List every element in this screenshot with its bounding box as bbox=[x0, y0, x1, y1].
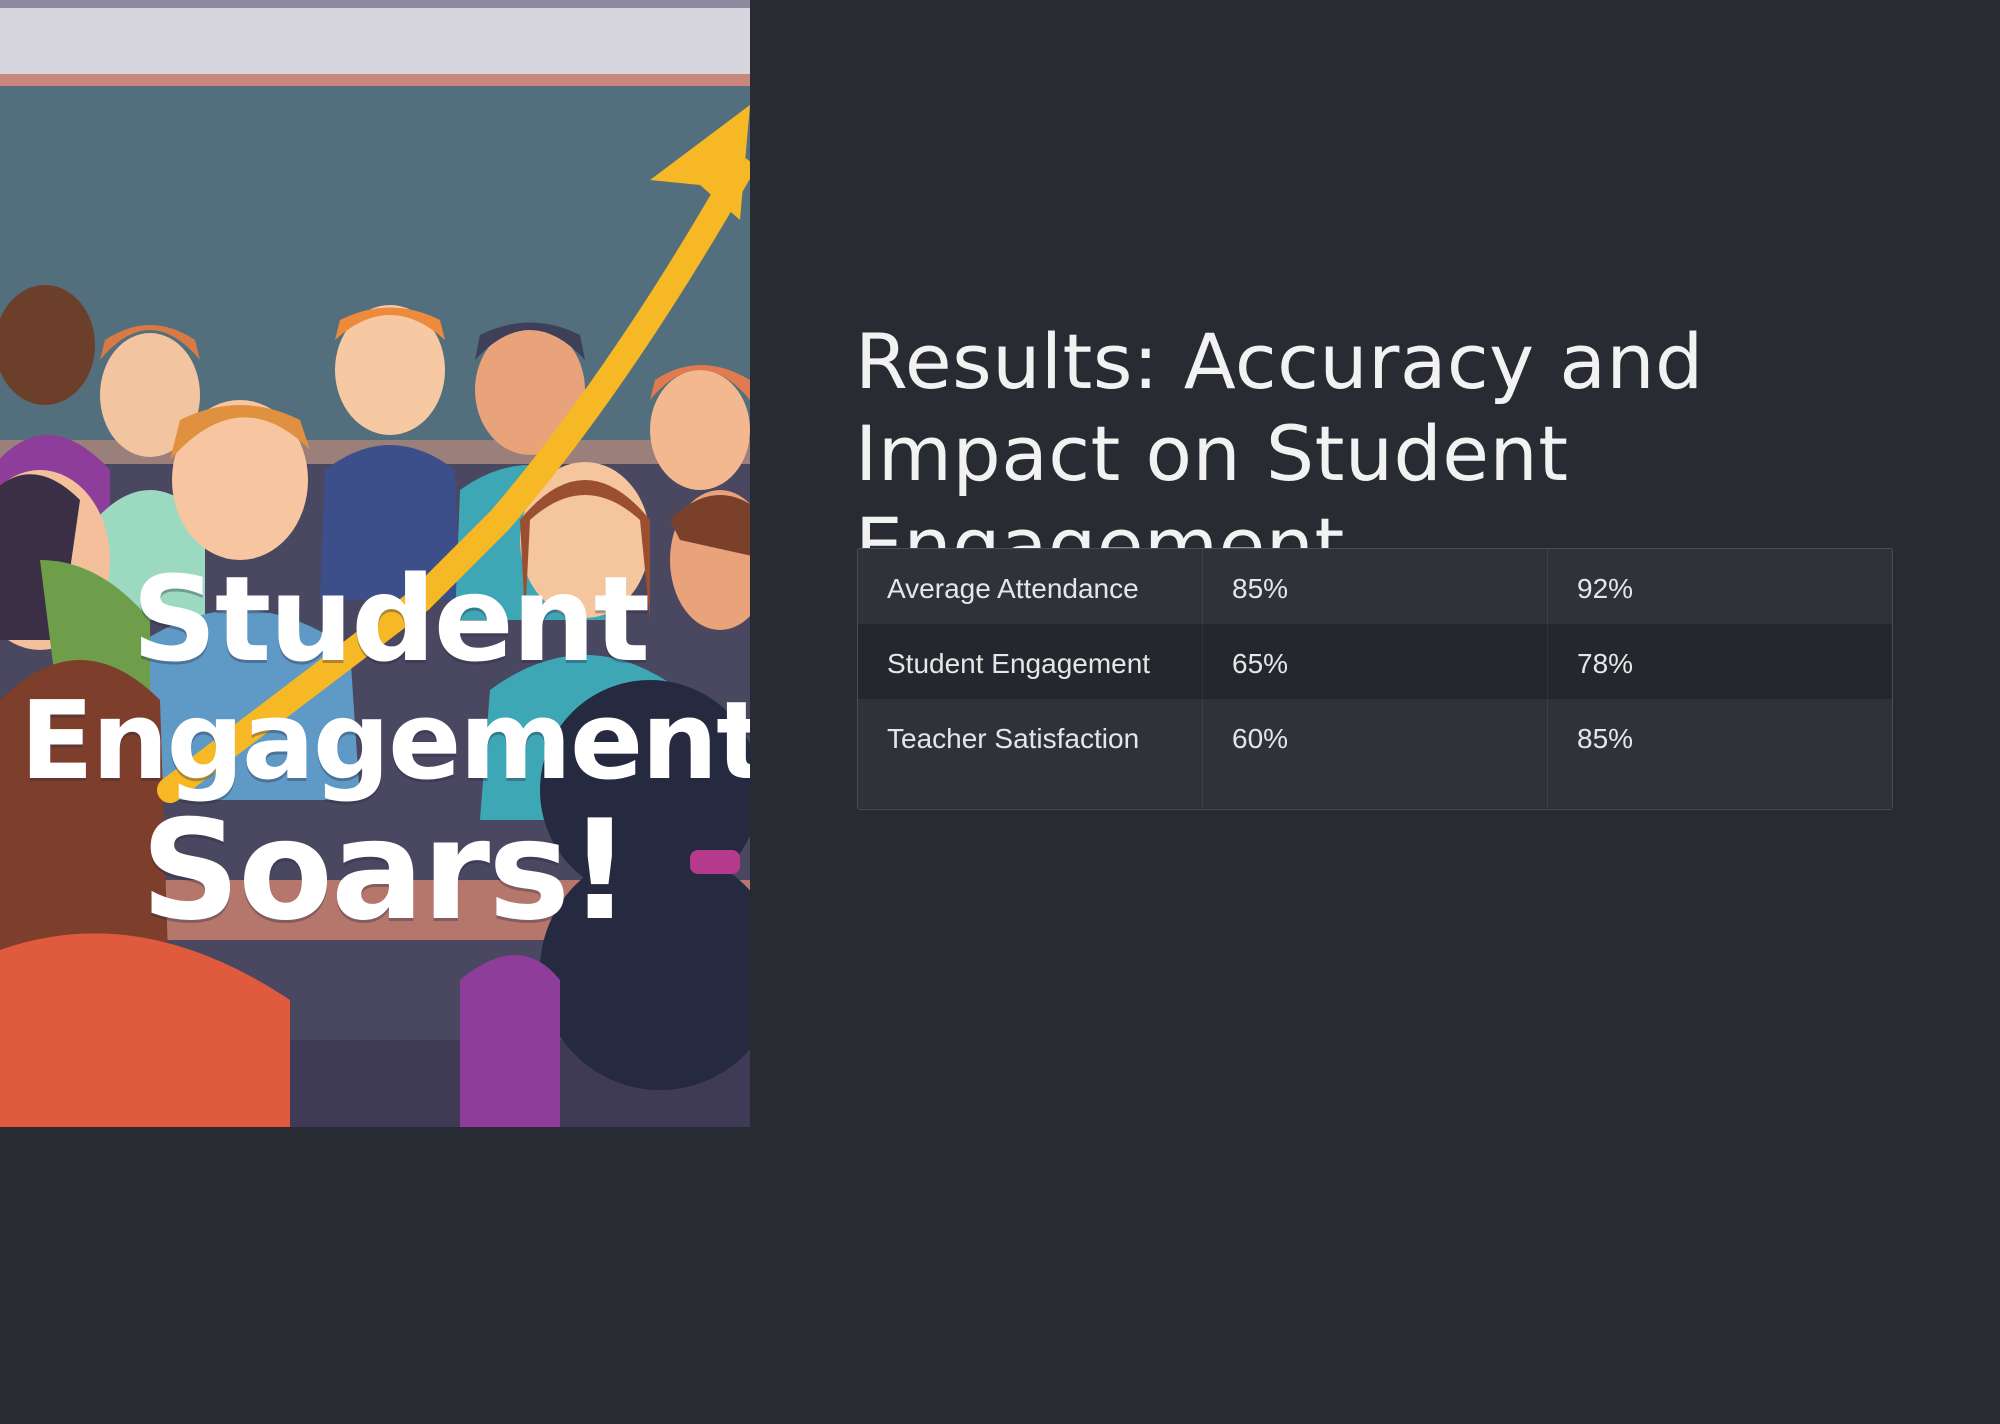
table-row: Student Engagement 65% 78% bbox=[858, 624, 1892, 699]
table-cell: Teacher Satisfaction bbox=[858, 699, 1203, 808]
table-cell: 85% bbox=[1203, 549, 1548, 624]
student-figure bbox=[650, 365, 750, 490]
results-table: Average Attendance 85% 92% Student Engag… bbox=[857, 548, 1893, 810]
table-cell: 78% bbox=[1577, 648, 1634, 679]
illustration-caption: Student Engagement Soars! bbox=[0, 560, 750, 940]
classroom-illustration: Student Engagement Soars! bbox=[0, 0, 750, 1127]
table-cell: 60% bbox=[1203, 699, 1548, 808]
table-cell: 92% bbox=[1577, 573, 1634, 604]
table-cell: Student Engagement bbox=[858, 624, 1203, 699]
caption-line: Engagement bbox=[20, 679, 750, 804]
table-row: Teacher Satisfaction 60% 85% bbox=[858, 699, 1892, 808]
caption-line: Soars! bbox=[140, 790, 631, 951]
table-cell: Average Attendance bbox=[858, 549, 1203, 624]
table-cell: 85% bbox=[1577, 723, 1634, 754]
table-cell: 65% bbox=[1203, 624, 1548, 699]
caption-line: Student bbox=[131, 550, 650, 688]
table-row: Average Attendance 85% 92% bbox=[858, 549, 1892, 624]
